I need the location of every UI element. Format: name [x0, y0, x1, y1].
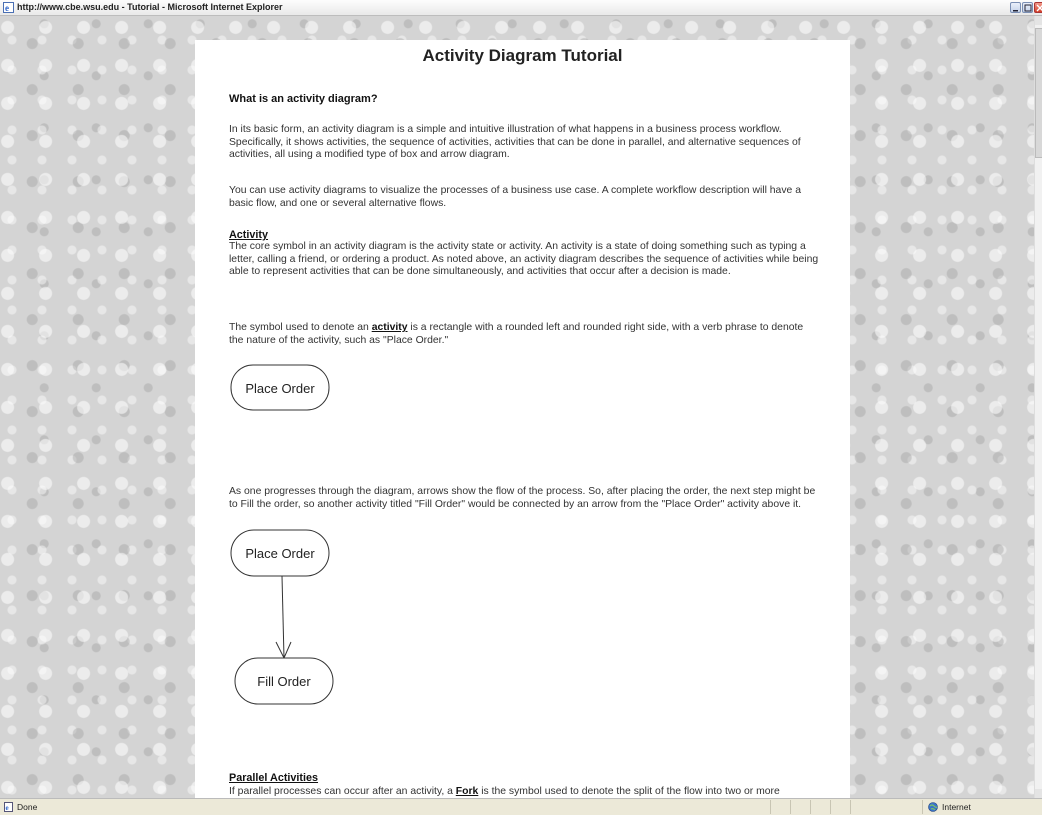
place-fill-order-diagram: Place Order Fill Order: [230, 529, 334, 705]
intro-paragraph-1: In its basic form, an activity diagram i…: [229, 124, 801, 160]
intro-heading: What is an activity diagram?: [229, 93, 378, 105]
close-icon: [1036, 4, 1042, 12]
minimize-icon: [1013, 10, 1018, 12]
close-button[interactable]: [1034, 2, 1042, 13]
activity-paragraph-2-text-before: The symbol used to denote an: [229, 322, 372, 333]
internet-zone-globe-icon: [928, 802, 938, 812]
activity-paragraph-1: The core symbol in an activity diagram i…: [229, 241, 819, 277]
internet-explorer-icon: e: [3, 2, 14, 13]
status-divider: [830, 800, 831, 814]
activity-paragraph-2: The symbol used to denote an activity is…: [229, 322, 819, 347]
svg-text:e: e: [5, 3, 9, 13]
status-bar: e Done Internet: [0, 798, 1042, 815]
maximize-icon: [1024, 4, 1032, 12]
status-divider: [790, 800, 791, 814]
flow-paragraph: As one progresses through the diagram, a…: [229, 486, 816, 510]
intro-paragraph-2: You can use activity diagrams to visuali…: [229, 185, 801, 209]
maximize-button[interactable]: [1022, 2, 1033, 13]
activity-node-place-order-label: Place Order: [245, 546, 315, 561]
minimize-button[interactable]: [1010, 2, 1021, 13]
flow-arrow-line: [281, 575, 285, 659]
security-zone-text: Internet: [942, 802, 971, 812]
scroll-up-arrow[interactable]: [1035, 16, 1042, 25]
parallel-paragraph-text-before: If parallel processes can occur after an…: [229, 786, 456, 797]
fork-term-link[interactable]: Fork: [456, 786, 479, 797]
scroll-thumb[interactable]: [1035, 28, 1042, 158]
status-divider: [770, 800, 771, 814]
status-divider: [922, 800, 923, 814]
parallel-paragraph: If parallel processes can occur after an…: [229, 786, 819, 798]
page-done-icon: e: [4, 802, 13, 812]
place-order-diagram: Place Order: [230, 364, 330, 411]
status-text: Done: [17, 802, 38, 812]
page-content: Activity Diagram Tutorial What is an act…: [195, 40, 850, 798]
page-title: Activity Diagram Tutorial: [422, 46, 623, 65]
activity-node-label: Place Order: [245, 381, 315, 396]
svg-text:e: e: [6, 804, 9, 812]
activity-section-title: Activity: [229, 229, 269, 241]
status-divider: [850, 800, 851, 814]
vertical-scrollbar[interactable]: [1034, 16, 1042, 798]
parallel-section-title: Parallel Activities: [229, 772, 319, 784]
scroll-down-arrow[interactable]: [1035, 789, 1042, 798]
activity-node-fill-order-label: Fill Order: [257, 674, 311, 689]
window-title: http://www.cbe.wsu.edu - Tutorial - Micr…: [17, 2, 283, 12]
browser-viewport: Activity Diagram Tutorial What is an act…: [0, 16, 1042, 798]
status-divider: [810, 800, 811, 814]
window-title-bar: e http://www.cbe.wsu.edu - Tutorial - Mi…: [0, 0, 1042, 16]
activity-term-link[interactable]: activity: [372, 322, 408, 333]
